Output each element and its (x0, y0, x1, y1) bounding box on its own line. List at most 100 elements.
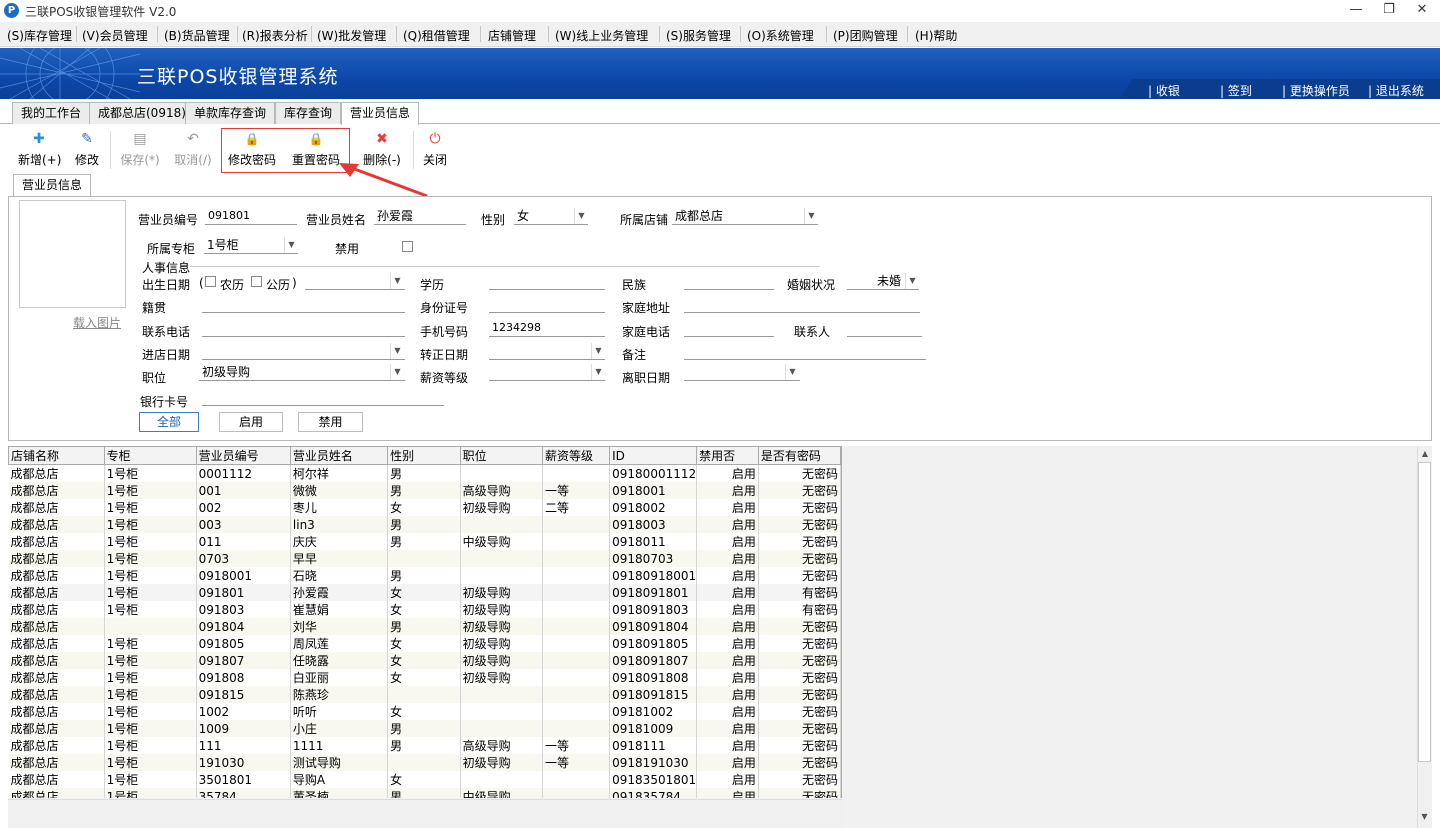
scroll-down-icon[interactable]: ▼ (1418, 812, 1431, 821)
nation-field[interactable] (684, 273, 774, 290)
chevron-down-icon[interactable]: ▼ (390, 343, 404, 359)
column-header[interactable]: 是否有密码 (757, 446, 841, 465)
column-header[interactable]: 专柜 (103, 446, 197, 465)
menu-online[interactable]: (W)线上业务管理 (555, 27, 648, 44)
chevron-down-icon[interactable]: ▼ (785, 364, 799, 380)
salary-grade-select[interactable] (489, 364, 605, 381)
table-row[interactable]: 成都总店 1号柜 001 微微男高级导购 一等 0918001 启用 无密码 (8, 482, 841, 499)
table-row[interactable]: 成都总店 1号柜 091805 周凤莲女初级导购 0918091805 启用 无密码 (8, 635, 841, 652)
table-row[interactable]: 成都总店 1号柜 011 庆庆男中级导购 0918011 启用 无密码 (8, 533, 841, 550)
chevron-down-icon[interactable]: ▼ (390, 273, 404, 289)
note-field[interactable] (684, 343, 926, 360)
menu-wholesale[interactable]: (W)批发管理 (317, 27, 386, 44)
tab-chengdu-store[interactable]: 成都总店(0918) (89, 102, 195, 124)
table-row[interactable]: 成都总店 1号柜 191030 测试导购 初级导购 一等 0918191030 启用 无密码 (8, 754, 841, 771)
table-row[interactable]: 成都总店 1号柜 091807 任晓露女初级导购 0918091807 启用 无密码 (8, 652, 841, 669)
emp-name-field[interactable]: 孙爱霞 (374, 208, 466, 225)
table-row[interactable]: 成都总店 1号柜 0001112 柯尔祥男 09180001112 启用 无密码 (8, 464, 841, 482)
chevron-down-icon[interactable]: ▼ (905, 273, 919, 289)
tab-salesperson-info[interactable]: 营业员信息 (341, 102, 420, 125)
table-row[interactable]: 成都总店 1号柜 003 lin3 男 0918003 启用 无密码 (8, 516, 841, 533)
cashier-link[interactable]: | 收银 (1148, 82, 1180, 99)
add-button[interactable]: ✚ 新增(+) (18, 131, 61, 171)
filter-enabled-button[interactable]: 启用 (219, 412, 283, 432)
menu-rental[interactable]: (Q)租借管理 (403, 27, 470, 44)
tab-stock-query[interactable]: 库存查询 (275, 102, 342, 124)
save-button[interactable]: ▤ 保存(*) (120, 131, 160, 171)
chevron-down-icon[interactable]: ▼ (591, 364, 605, 380)
chevron-down-icon[interactable]: ▼ (804, 208, 818, 224)
join-date-field[interactable] (202, 343, 405, 360)
menu-goods[interactable]: (B)货品管理 (164, 27, 230, 44)
address-field[interactable] (684, 296, 920, 313)
table-row[interactable]: 成都总店 1号柜 1009 小庄男 09181009 启用 无密码 (8, 720, 841, 737)
filter-all-button[interactable]: 全部 (139, 412, 199, 432)
home-phone-field[interactable] (684, 320, 774, 337)
id-card-field[interactable] (489, 296, 605, 313)
menu-reports[interactable]: (R)报表分析 (242, 27, 308, 44)
menu-member[interactable]: (V)会员管理 (82, 27, 148, 44)
table-row[interactable]: 成都总店 1号柜 111 1111 男高级导购 一等 0918111 启用 无密码 (8, 737, 841, 754)
scrollbar-thumb[interactable] (1418, 462, 1431, 762)
table-row[interactable]: 成都总店 1号柜 0703 早早 09180703 启用 无密码 (8, 550, 841, 567)
menu-system[interactable]: (O)系统管理 (747, 27, 814, 44)
horizontal-scrollbar[interactable] (8, 799, 842, 828)
column-header[interactable]: 营业员编号 (195, 446, 291, 465)
chevron-down-icon[interactable]: ▼ (284, 237, 298, 253)
load-photo-link[interactable]: 载入图片 (73, 314, 121, 331)
contact-field[interactable] (847, 320, 922, 337)
close-icon[interactable]: ✕ (1405, 0, 1439, 21)
column-header[interactable]: 店铺名称 (8, 446, 105, 465)
column-header[interactable]: ID (609, 446, 698, 465)
column-header[interactable]: 营业员姓名 (289, 446, 389, 465)
disabled-checkbox[interactable] (402, 241, 413, 252)
native-place-field[interactable] (202, 296, 405, 313)
table-row[interactable]: 成都总店 1号柜 091801 孙爱霞女初级导购 0918091801 启用 有密码 (8, 584, 841, 601)
table-row[interactable]: 成都总店 1号柜 35784 董圣楠男中级导购 091835784 启用 无密码 (8, 788, 841, 798)
tab-single-stock[interactable]: 单款库存查询 (185, 102, 276, 124)
tab-workbench[interactable]: 我的工作台 (12, 102, 91, 124)
table-row[interactable]: 成都总店 091804 刘华男初级导购 0918091804 启用 无密码 (8, 618, 841, 635)
table-row[interactable]: 成都总店 1号柜 002 枣儿女初级导购 二等 0918002 启用 无密码 (8, 499, 841, 516)
leave-date-field[interactable] (684, 364, 800, 381)
table-row[interactable]: 成都总店 1号柜 0918001 石晓男 09180918001 启用 无密码 (8, 567, 841, 584)
emp-no-field[interactable]: 091801 (205, 208, 297, 225)
store-select[interactable]: 成都总店 (672, 208, 818, 225)
minimize-icon[interactable]: — (1339, 0, 1373, 21)
column-header[interactable]: 禁用否 (696, 446, 759, 465)
scroll-up-icon[interactable]: ▲ (1418, 449, 1432, 458)
column-header[interactable]: 职位 (459, 446, 544, 465)
position-select[interactable]: 初级导购 (199, 364, 405, 381)
table-row[interactable]: 成都总店 1号柜 091803 崔慧娟女初级导购 0918091803 启用 有密码 (8, 601, 841, 618)
chevron-down-icon[interactable]: ▼ (574, 208, 588, 224)
menu-help[interactable]: (H)帮助 (915, 27, 957, 44)
education-field[interactable] (489, 273, 605, 290)
column-header[interactable]: 薪资等级 (541, 446, 611, 465)
signin-link[interactable]: | 签到 (1220, 82, 1252, 99)
table-row[interactable]: 成都总店 1号柜 091808 白亚丽女初级导购 0918091808 启用 无密码 (8, 669, 841, 686)
table-row[interactable]: 成都总店 1号柜 3501801 导购A 女 09183501801 启用 无密码 (8, 771, 841, 788)
cancel-button[interactable]: ↶ 取消(/) (173, 131, 213, 171)
table-row[interactable]: 成都总店 1号柜 1002 听听女 09181002 启用 无密码 (8, 703, 841, 720)
menu-store[interactable]: 店铺管理 (488, 27, 536, 44)
edit-button[interactable]: ✎ 修改 (72, 131, 102, 171)
subtab-salesperson-info[interactable]: 营业员信息 (13, 174, 92, 196)
disabled-label: 禁用 (335, 242, 360, 256)
exit-system-link[interactable]: | 退出系统 (1368, 82, 1424, 99)
regular-date-field[interactable] (489, 343, 605, 360)
filter-disabled-button[interactable]: 禁用 (298, 412, 363, 432)
lunar-checkbox[interactable] (205, 276, 216, 287)
restore-icon[interactable]: ❐ (1372, 0, 1406, 21)
column-header[interactable]: 性别 (387, 446, 461, 465)
bank-card-field[interactable] (202, 389, 444, 406)
mobile-field[interactable]: 1234298 (489, 320, 605, 337)
menu-groupbuy[interactable]: (P)团购管理 (833, 27, 898, 44)
phone-field[interactable] (202, 320, 405, 337)
table-row[interactable]: 成都总店 1号柜 091815 陈燕珍 0918091815 启用 无密码 (8, 686, 841, 703)
chevron-down-icon[interactable]: ▼ (390, 364, 404, 380)
switch-operator-link[interactable]: | 更换操作员 (1282, 82, 1350, 99)
menu-service[interactable]: (S)服务管理 (666, 27, 731, 44)
chevron-down-icon[interactable]: ▼ (591, 343, 605, 359)
menu-inventory[interactable]: (S)库存管理 (7, 27, 72, 44)
solar-checkbox[interactable] (251, 276, 262, 287)
